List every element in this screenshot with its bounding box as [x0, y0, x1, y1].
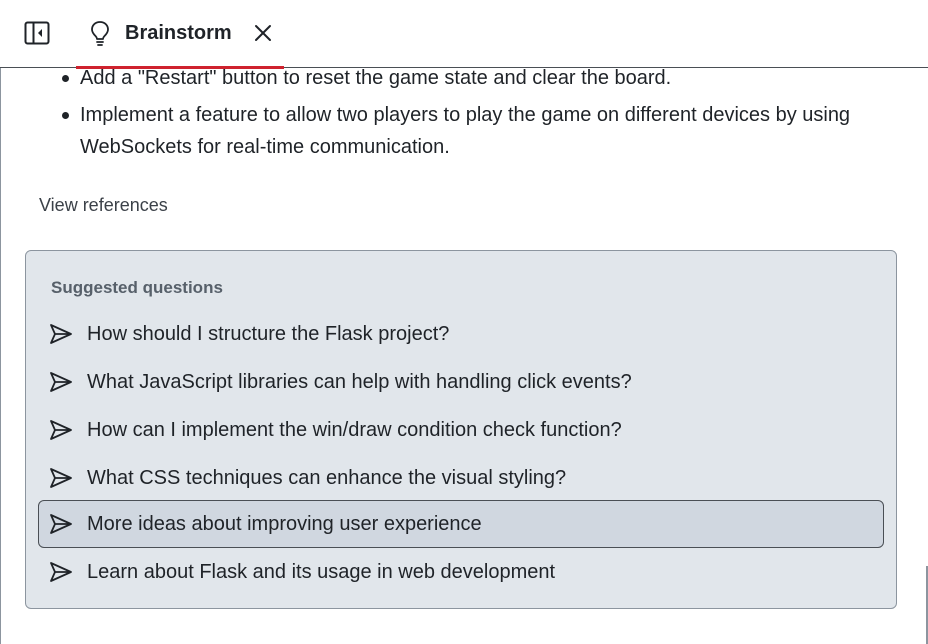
send-icon — [49, 513, 73, 535]
list-item: Implement a feature to allow two players… — [60, 99, 890, 163]
send-icon — [49, 467, 73, 489]
suggested-question-item[interactable]: Learn about Flask and its usage in web d… — [38, 548, 884, 596]
suggested-questions-panel: Suggested questions How should I structu… — [25, 250, 897, 609]
suggested-question-item[interactable]: What CSS techniques can enhance the visu… — [38, 454, 884, 502]
sidebar-toggle-button[interactable] — [24, 21, 50, 45]
send-icon — [49, 561, 73, 583]
brainstorm-panel: Add a "Restart" button to reset the game… — [0, 0, 928, 644]
suggested-question-text: What CSS techniques can enhance the visu… — [87, 467, 567, 489]
lightbulb-icon — [90, 20, 110, 46]
suggested-question-item[interactable]: What JavaScript libraries can help with … — [38, 358, 884, 406]
panel-left-border — [0, 68, 1, 644]
tab-label: Brainstorm — [125, 22, 232, 44]
active-tab-indicator — [76, 66, 284, 69]
send-icon — [49, 419, 73, 441]
suggested-question-text: How can I implement the win/draw conditi… — [87, 419, 622, 441]
suggested-question-text: More ideas about improving user experien… — [87, 513, 482, 535]
suggested-questions-title: Suggested questions — [51, 278, 223, 297]
view-references-link[interactable]: View references — [39, 195, 168, 216]
idea-list: Add a "Restart" button to reset the game… — [60, 62, 890, 168]
suggested-question-text: How should I structure the Flask project… — [87, 323, 450, 345]
send-icon — [49, 323, 73, 345]
suggested-question-text: Learn about Flask and its usage in web d… — [87, 561, 556, 583]
suggested-question-text: What JavaScript libraries can help with … — [87, 371, 632, 393]
tab-brainstorm[interactable]: Brainstorm — [76, 0, 284, 69]
sidebar-collapse-icon — [24, 21, 50, 45]
send-icon — [49, 371, 73, 393]
close-icon[interactable] — [253, 23, 273, 43]
suggested-question-item-highlighted[interactable]: More ideas about improving user experien… — [38, 500, 884, 548]
panel-header: Brainstorm — [0, 0, 928, 69]
suggested-question-item[interactable]: How can I implement the win/draw conditi… — [38, 406, 884, 454]
suggested-question-item[interactable]: How should I structure the Flask project… — [38, 310, 884, 358]
